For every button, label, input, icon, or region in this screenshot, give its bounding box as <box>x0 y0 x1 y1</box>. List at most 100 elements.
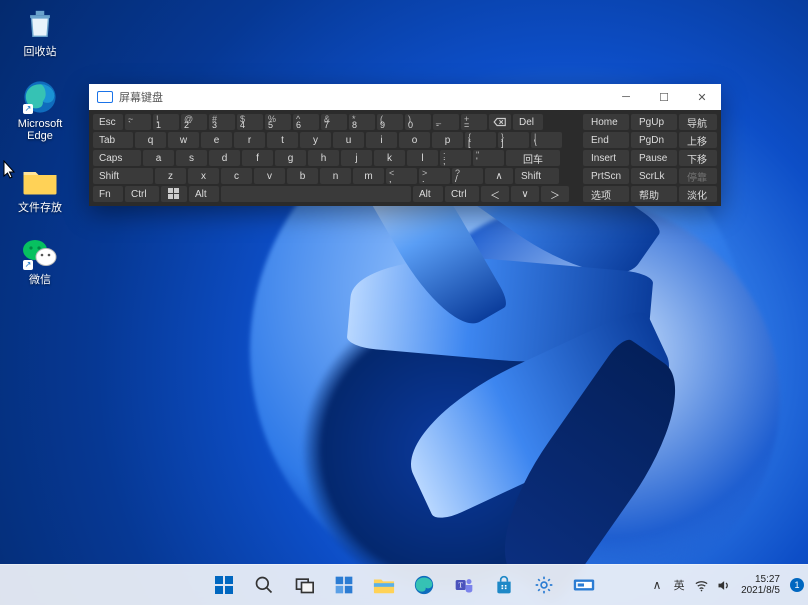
key-z[interactable]: z <box>155 168 186 184</box>
key-o[interactable]: o <box>399 132 430 148</box>
wifi-icon[interactable] <box>693 577 709 593</box>
key-alt-left[interactable]: Alt <box>189 186 219 202</box>
osk-side-导航[interactable]: 导航 <box>679 114 717 130</box>
key-1[interactable]: !1 <box>153 114 179 130</box>
key-win[interactable] <box>161 186 187 202</box>
taskbar-settings[interactable] <box>526 567 562 603</box>
key-3[interactable]: #3 <box>209 114 235 130</box>
key-pgup[interactable]: PgUp <box>631 114 677 130</box>
desktop-icon-folder[interactable]: 文件存放 <box>8 162 72 214</box>
key-h[interactable]: h <box>308 150 339 166</box>
tray-chevron-icon[interactable]: ∧ <box>649 577 665 593</box>
key-6[interactable]: ^6 <box>293 114 319 130</box>
key-up[interactable]: ∧ <box>485 168 513 184</box>
key-=[interactable]: += <box>461 114 487 130</box>
key-;[interactable]: :; <box>440 150 471 166</box>
key-prtscn[interactable]: PrtScn <box>583 168 629 184</box>
key-n[interactable]: n <box>320 168 351 184</box>
key-q[interactable]: q <box>135 132 166 148</box>
taskbar-start[interactable] <box>206 567 242 603</box>
key-,[interactable]: <, <box>386 168 417 184</box>
taskbar-clock[interactable]: 15:27 2021/8/5 <box>737 574 784 596</box>
key-down[interactable]: ∨ <box>511 186 539 202</box>
key-a[interactable]: a <box>143 150 174 166</box>
key-t[interactable]: t <box>267 132 298 148</box>
key-4[interactable]: $4 <box>237 114 263 130</box>
key-g[interactable]: g <box>275 150 306 166</box>
key-pgdn[interactable]: PgDn <box>631 132 677 148</box>
key-v[interactable]: v <box>254 168 285 184</box>
key-backspace[interactable] <box>489 114 511 130</box>
minimize-button[interactable]: ─ <box>607 84 645 110</box>
osk-side-下移[interactable]: 下移 <box>679 150 717 166</box>
key-enter[interactable]: 回车 <box>506 150 560 166</box>
key-home[interactable]: Home <box>583 114 629 130</box>
taskbar-snip[interactable] <box>566 567 602 603</box>
key-.[interactable]: >. <box>419 168 450 184</box>
ime-indicator[interactable]: 英 <box>671 577 687 593</box>
key-[[interactable]: {[ <box>465 132 496 148</box>
key-e[interactable]: e <box>201 132 232 148</box>
key-帮助[interactable]: 帮助 <box>631 186 677 202</box>
key-alt-right[interactable]: Alt <box>413 186 443 202</box>
key-del[interactable]: Del <box>513 114 543 130</box>
key-2[interactable]: @2 <box>181 114 207 130</box>
key-/[interactable]: ?/ <box>452 168 483 184</box>
key-l[interactable]: l <box>407 150 438 166</box>
maximize-button[interactable]: ☐ <box>645 84 683 110</box>
key-\[interactable]: |\ <box>531 132 562 148</box>
key-p[interactable]: p <box>432 132 463 148</box>
key-shift-left[interactable]: Shift <box>93 168 153 184</box>
key-j[interactable]: j <box>341 150 372 166</box>
key-fn[interactable]: Fn <box>93 186 123 202</box>
key-c[interactable]: c <box>221 168 252 184</box>
key-left[interactable]: ＜ <box>481 186 509 202</box>
key-ctrl-left[interactable]: Ctrl <box>125 186 159 202</box>
key-w[interactable]: w <box>168 132 199 148</box>
notification-badge[interactable]: 1 <box>790 578 804 592</box>
volume-icon[interactable] <box>715 577 731 593</box>
key-esc[interactable]: Esc <box>93 114 123 130</box>
key--[interactable]: _- <box>433 114 459 130</box>
taskbar-widgets[interactable] <box>326 567 362 603</box>
key-space[interactable] <box>221 186 411 202</box>
key-k[interactable]: k <box>374 150 405 166</box>
key-5[interactable]: %5 <box>265 114 291 130</box>
desktop-icon-wechat[interactable]: 微信 <box>8 234 72 286</box>
taskbar-explorer[interactable] <box>366 567 402 603</box>
taskbar-store[interactable] <box>486 567 522 603</box>
key-f[interactable]: f <box>242 150 273 166</box>
osk-side-上移[interactable]: 上移 <box>679 132 717 148</box>
desktop-icon-edge[interactable]: Microsoft Edge <box>8 78 72 142</box>
key-s[interactable]: s <box>176 150 207 166</box>
key-caps[interactable]: Caps <box>93 150 141 166</box>
key-0[interactable]: )0 <box>405 114 431 130</box>
key-x[interactable]: x <box>188 168 219 184</box>
taskbar-taskview[interactable] <box>286 567 322 603</box>
key-`[interactable]: ~` <box>125 114 151 130</box>
close-button[interactable]: ✕ <box>683 84 721 110</box>
key-r[interactable]: r <box>234 132 265 148</box>
key-d[interactable]: d <box>209 150 240 166</box>
key-shift-right[interactable]: Shift <box>515 168 559 184</box>
key-8[interactable]: *8 <box>349 114 375 130</box>
key-y[interactable]: y <box>300 132 331 148</box>
key-'[interactable]: "' <box>473 150 504 166</box>
osk-titlebar[interactable]: 屏幕键盘 ─ ☐ ✕ <box>89 84 721 110</box>
key-u[interactable]: u <box>333 132 364 148</box>
osk-side-淡化[interactable]: 淡化 <box>679 186 717 202</box>
key-b[interactable]: b <box>287 168 318 184</box>
key-i[interactable]: i <box>366 132 397 148</box>
key-pause[interactable]: Pause <box>631 150 677 166</box>
key-7[interactable]: &7 <box>321 114 347 130</box>
osk-side-停靠[interactable]: 停靠 <box>679 168 717 184</box>
key-end[interactable]: End <box>583 132 629 148</box>
taskbar-edge[interactable] <box>406 567 442 603</box>
taskbar-teams[interactable]: T <box>446 567 482 603</box>
key-tab[interactable]: Tab <box>93 132 133 148</box>
key-insert[interactable]: Insert <box>583 150 629 166</box>
desktop-icon-recycle-bin[interactable]: 回收站 <box>8 6 72 58</box>
key-][interactable]: }] <box>498 132 529 148</box>
key-scrlk[interactable]: ScrLk <box>631 168 677 184</box>
key-ctrl-right[interactable]: Ctrl <box>445 186 479 202</box>
